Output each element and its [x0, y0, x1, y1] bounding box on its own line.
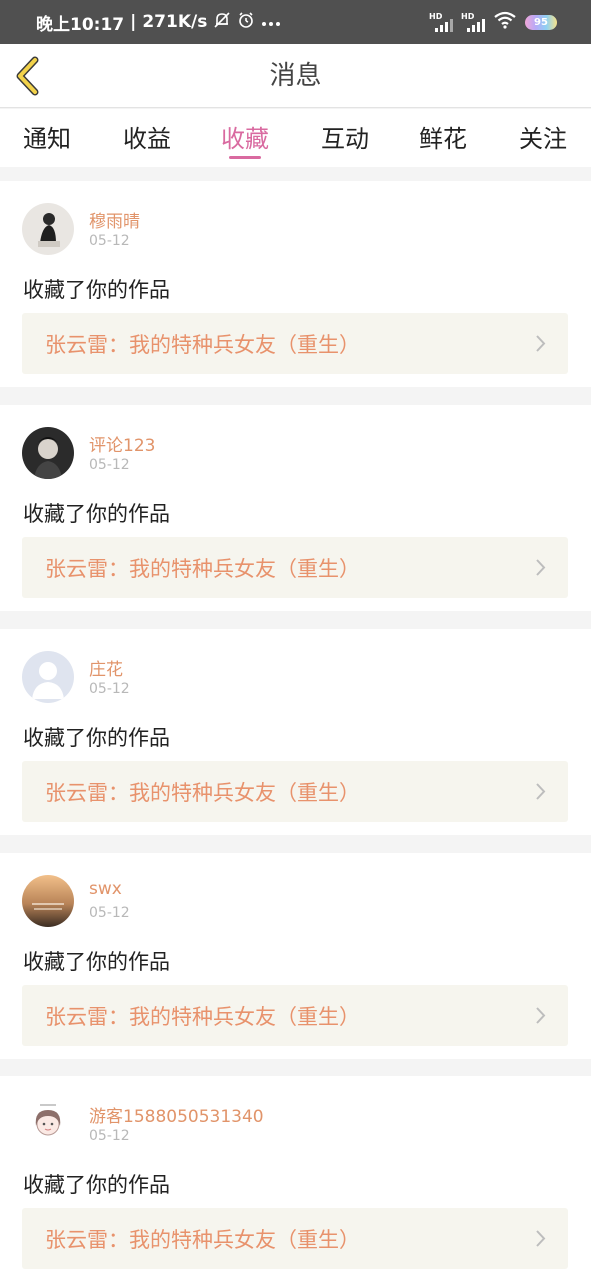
tab-flowers[interactable]: 鲜花 — [403, 119, 483, 154]
battery-icon: 95 — [525, 14, 557, 30]
signal-2-icon: HD — [461, 12, 485, 32]
avatar[interactable] — [22, 875, 74, 927]
battery-level: 95 — [534, 16, 548, 28]
active-tab-indicator — [229, 156, 261, 159]
avatar[interactable] — [22, 203, 74, 255]
action-text: 收藏了你的作品 — [23, 502, 170, 526]
message-card: 评论123 05-12 收藏了你的作品 张云雷：我的特种兵女友（重生） — [0, 405, 591, 611]
message-card: 游客1588050531340 05-12 收藏了你的作品 张云雷：我的特种兵女… — [0, 1076, 591, 1280]
tab-interactions[interactable]: 互动 — [305, 119, 385, 154]
message-card: 庄花 05-12 收藏了你的作品 张云雷：我的特种兵女友（重生） — [0, 629, 591, 835]
work-title: 张云雷：我的特种兵女友（重生） — [45, 1005, 360, 1029]
avatar[interactable] — [22, 427, 74, 479]
wifi-icon — [493, 11, 517, 33]
work-link[interactable]: 张云雷：我的特种兵女友（重生） — [22, 1208, 568, 1269]
chevron-right-icon — [536, 783, 546, 800]
avatar[interactable] — [22, 1098, 74, 1150]
username[interactable]: swx — [89, 879, 122, 899]
chevron-right-icon — [536, 1007, 546, 1024]
work-link[interactable]: 张云雷：我的特种兵女友（重生） — [22, 537, 568, 598]
message-card: 穆雨晴 05-12 收藏了你的作品 张云雷：我的特种兵女友（重生） — [0, 181, 591, 387]
alarm-clock-icon — [237, 11, 255, 34]
status-time: 晚上10:17 — [36, 14, 125, 35]
message-card: swx 05-12 收藏了你的作品 张云雷：我的特种兵女友（重生） — [0, 853, 591, 1059]
username[interactable]: 穆雨晴 — [89, 207, 140, 232]
tab-favorites[interactable]: 收藏 — [205, 119, 285, 154]
action-text: 收藏了你的作品 — [23, 950, 170, 974]
more-dots-icon — [261, 12, 281, 32]
work-link[interactable]: 张云雷：我的特种兵女友（重生） — [22, 985, 568, 1046]
timestamp: 05-12 — [89, 457, 130, 473]
timestamp: 05-12 — [89, 1128, 130, 1144]
mute-bell-icon — [213, 11, 231, 34]
timestamp: 05-12 — [89, 905, 130, 921]
timestamp: 05-12 — [89, 681, 130, 697]
nav-header: 消息 — [0, 44, 591, 108]
status-separator: | — [130, 12, 137, 32]
action-text: 收藏了你的作品 — [23, 726, 170, 750]
status-bar: 晚上10:17 | 271K/s HD HD 95 — [0, 0, 591, 44]
tab-notifications[interactable]: 通知 — [7, 119, 87, 154]
work-link[interactable]: 张云雷：我的特种兵女友（重生） — [22, 313, 568, 374]
chevron-right-icon — [536, 559, 546, 576]
work-title: 张云雷：我的特种兵女友（重生） — [45, 781, 360, 805]
work-title: 张云雷：我的特种兵女友（重生） — [45, 333, 360, 357]
username[interactable]: 评论123 — [89, 431, 155, 456]
tab-following[interactable]: 关注 — [503, 119, 583, 154]
work-title: 张云雷：我的特种兵女友（重生） — [45, 557, 360, 581]
network-speed: 271K/s — [142, 12, 208, 32]
avatar[interactable] — [22, 651, 74, 703]
chevron-right-icon — [536, 1230, 546, 1247]
work-title: 张云雷：我的特种兵女友（重生） — [45, 1228, 360, 1252]
page-title: 消息 — [269, 61, 322, 91]
signal-1-icon: HD — [429, 12, 453, 32]
timestamp: 05-12 — [89, 233, 130, 249]
username[interactable]: 庄花 — [89, 655, 123, 680]
tab-bar: 通知 收益 收藏 互动 鲜花 关注 — [0, 109, 591, 167]
status-left: 晚上10:17 | 271K/s — [36, 10, 281, 35]
username[interactable]: 游客1588050531340 — [89, 1102, 264, 1127]
action-text: 收藏了你的作品 — [23, 1173, 170, 1197]
tab-earnings[interactable]: 收益 — [107, 119, 187, 154]
action-text: 收藏了你的作品 — [23, 278, 170, 302]
work-link[interactable]: 张云雷：我的特种兵女友（重生） — [22, 761, 568, 822]
status-right: HD HD 95 — [429, 11, 557, 33]
chevron-right-icon — [536, 335, 546, 352]
